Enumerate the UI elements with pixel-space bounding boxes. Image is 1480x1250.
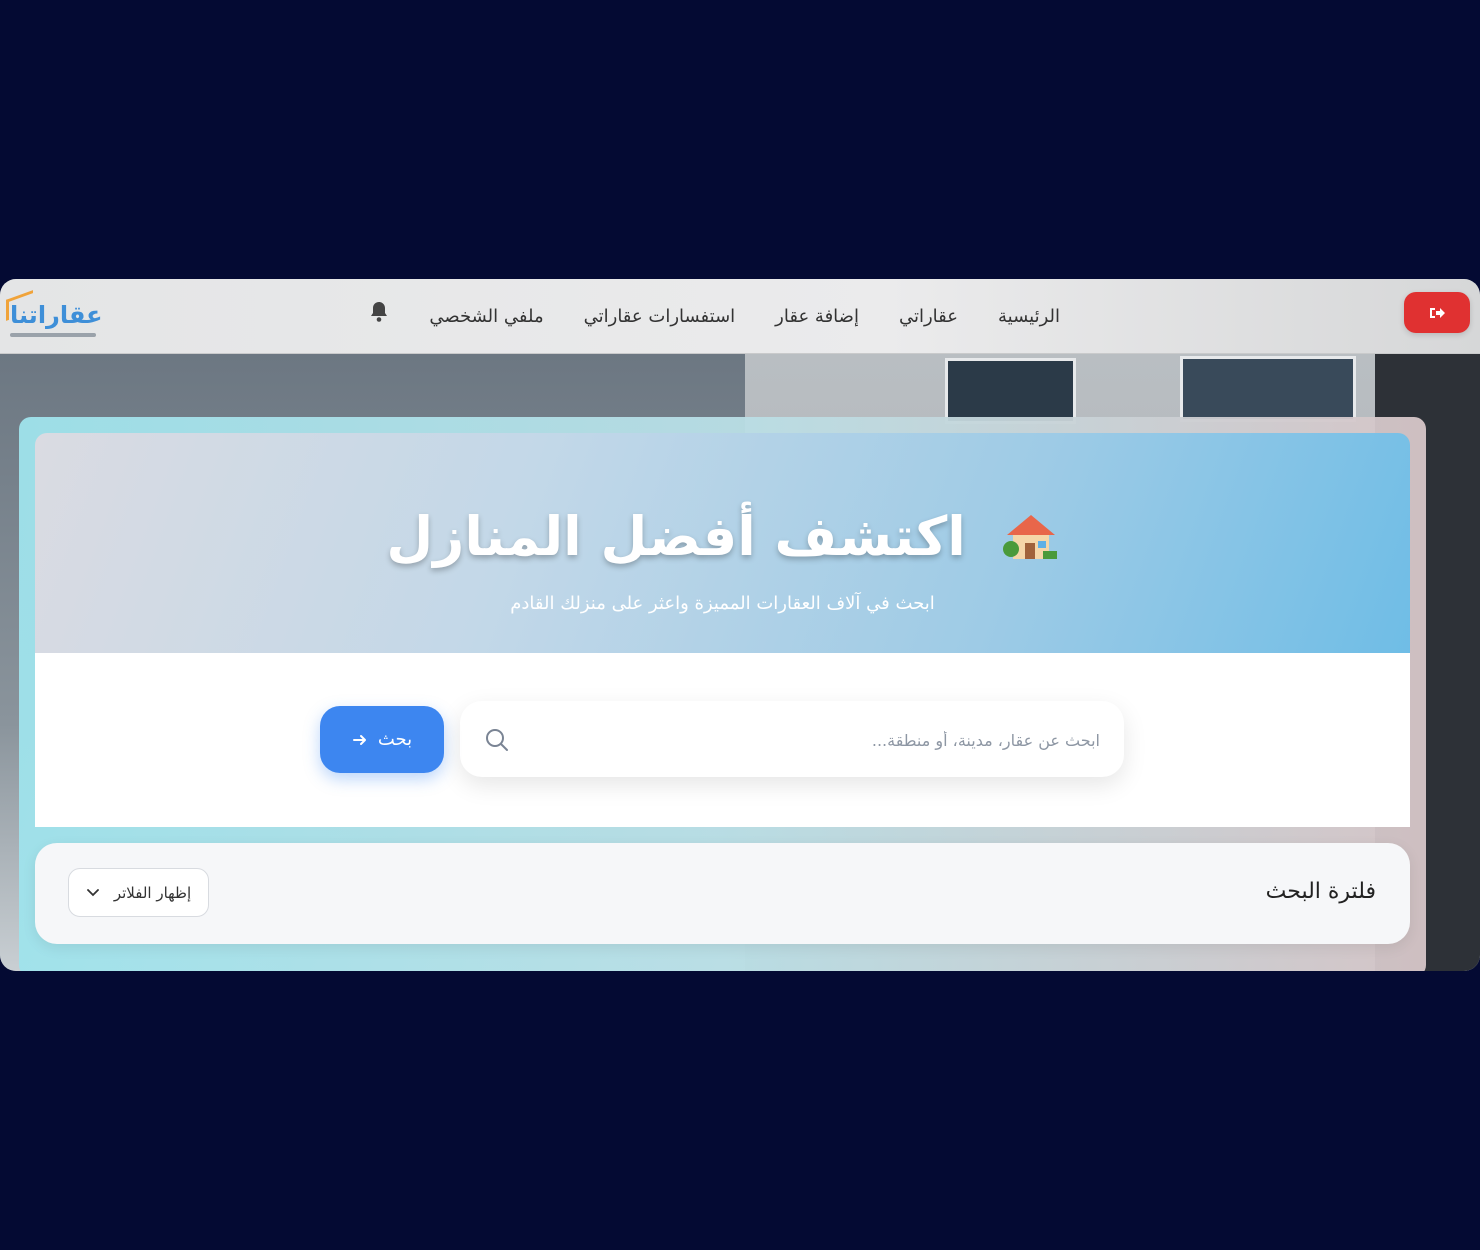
search-button[interactable]: بحث: [320, 706, 444, 773]
search-input[interactable]: [530, 701, 1102, 779]
hero-subtitle: ابحث في آلاف العقارات المميزة واعثر على …: [510, 593, 935, 614]
hero-banner: اكتشف أفضل المنازل ابحث في آلاف العقارات…: [35, 433, 1410, 653]
search-box: [460, 701, 1124, 779]
filter-title: فلترة البحث: [1265, 879, 1376, 904]
search-button-label: بحث: [377, 729, 413, 750]
hero-title-text: اكتشف أفضل المنازل: [386, 505, 966, 568]
filter-bar: فلترة البحث إظهار الفلاتر: [35, 843, 1410, 944]
main-content: اكتشف أفضل المنازل ابحث في آلاف العقارات…: [0, 279, 1480, 971]
search-icon: [486, 729, 508, 751]
house-icon: [1002, 515, 1057, 560]
search-panel: بحث: [35, 653, 1410, 827]
chevron-down-icon: [86, 888, 99, 896]
hero-title: اكتشف أفضل المنازل: [35, 505, 1410, 568]
show-filters-button[interactable]: إظهار الفلاتر: [68, 868, 209, 917]
show-filters-label: إظهار الفلاتر: [113, 883, 192, 902]
arrow-right-icon: [352, 734, 366, 745]
